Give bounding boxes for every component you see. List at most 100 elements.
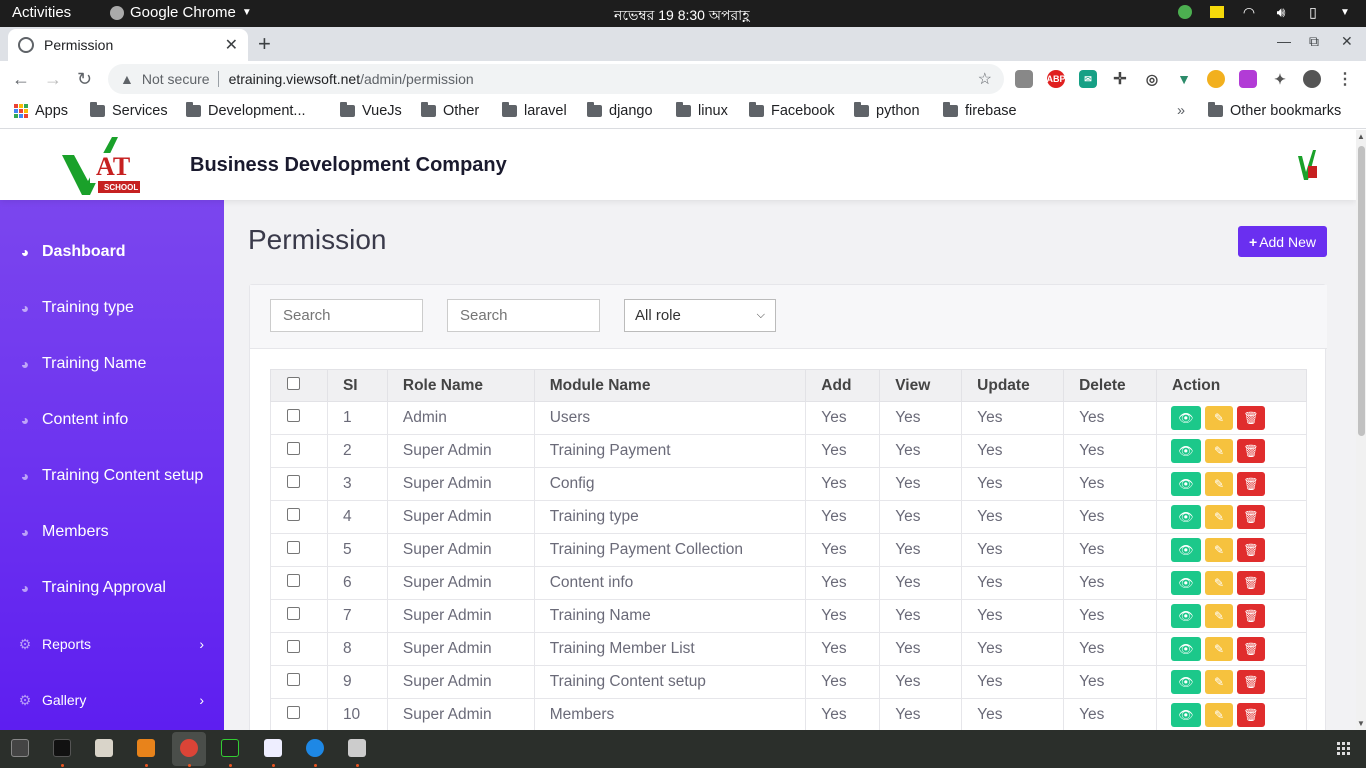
terminal-icon[interactable] [11,739,29,757]
delete-button[interactable]: 🗑︎ [1237,670,1266,694]
delete-button[interactable]: 🗑︎ [1237,703,1266,727]
close-tab-icon[interactable]: ✕ [225,35,238,55]
files-icon[interactable] [95,739,113,757]
bookmark-star-icon[interactable]: ☆ [978,69,992,89]
back-icon[interactable]: ← [12,69,30,90]
bookmark-linux[interactable]: linux [676,102,728,119]
row-checkbox[interactable] [287,475,300,488]
sidebar-item-training-type[interactable]: ◕ Training type [0,288,224,328]
delete-button[interactable]: 🗑︎ [1237,472,1266,496]
edit-button[interactable]: ✎ [1205,637,1234,661]
view-button[interactable]: 👁︎ [1171,505,1202,529]
color-extension-icon[interactable] [1207,70,1225,88]
power-menu-icon[interactable]: ▼ [1336,3,1354,21]
view-button[interactable]: 👁︎ [1171,571,1202,595]
system-tray[interactable]: ◠ 🔊︎ ▯ ▼ [1176,3,1354,21]
edit-button[interactable]: ✎ [1205,406,1234,430]
wifi-icon[interactable]: ◠ [1240,3,1258,21]
extensions-puzzle-icon[interactable]: ✦ [1271,70,1289,88]
chrome-icon[interactable] [180,739,198,757]
edit-button[interactable]: ✎ [1205,604,1234,628]
edit-button[interactable]: ✎ [1205,439,1234,463]
skype-icon[interactable] [306,739,324,757]
view-button[interactable]: 👁︎ [1171,406,1202,430]
user-logo-avatar[interactable] [1298,150,1318,182]
bookmark-firebase[interactable]: firebase [943,102,1017,119]
mail-extension-icon[interactable]: ✉ [1079,70,1097,88]
bookmark-facebook[interactable]: Facebook [749,102,835,119]
minimize-icon[interactable]: — [1277,33,1291,49]
col-header[interactable]: Delete [1063,369,1158,402]
col-header[interactable]: Module Name [533,369,807,402]
text-editor-icon[interactable] [264,739,282,757]
battery-icon[interactable]: ▯ [1304,3,1322,21]
search-input-role[interactable] [270,299,423,332]
delete-button[interactable]: 🗑︎ [1237,571,1266,595]
delete-button[interactable]: 🗑︎ [1237,505,1266,529]
volume-icon[interactable]: 🔊︎ [1272,3,1290,21]
bookmark-django[interactable]: django [587,102,653,119]
restore-icon[interactable]: ⧉ [1309,33,1319,50]
chrome-menu-icon[interactable]: ⋮ [1336,70,1354,88]
sidebar-item-training-content-setup[interactable]: ◕ Training Content setup [0,456,224,496]
delete-button[interactable]: 🗑︎ [1237,439,1266,463]
sidebar-item-training-name[interactable]: ◕ Training Name [0,344,224,384]
sidebar-item-content-info[interactable]: ◕ Content info [0,400,224,440]
view-button[interactable]: 👁︎ [1171,439,1202,463]
delete-button[interactable]: 🗑︎ [1237,538,1266,562]
terminal-alt-icon[interactable] [53,739,71,757]
dev-extension-icon[interactable]: ◎ [1143,70,1161,88]
view-button[interactable]: 👁︎ [1171,538,1202,562]
clock[interactable]: নভেম্বর 19 8:30 অপরাহ্ণ [614,4,750,28]
sidebar-item-reports[interactable]: ⚙ Reports › [0,624,224,664]
address-bar[interactable]: ▲ Not secure etraining.viewsoft.net /adm… [108,64,1004,94]
bookmark-development[interactable]: Development... [186,102,306,119]
profile-avatar[interactable] [1303,70,1321,88]
sidebar-item-training-approval[interactable]: ◕ Training Approval [0,568,224,608]
edit-button[interactable]: ✎ [1205,505,1234,529]
adblock-icon[interactable]: ABP [1047,70,1066,88]
view-button[interactable]: 👁︎ [1171,472,1202,496]
bookmark-vuejs[interactable]: VueJs [340,102,402,119]
delete-button[interactable]: 🗑︎ [1237,604,1266,628]
view-button[interactable]: 👁︎ [1171,703,1202,727]
delete-button[interactable]: 🗑︎ [1237,637,1266,661]
col-header[interactable]: View [879,369,963,402]
app-menu[interactable]: Google Chrome ▼ [110,4,252,21]
show-applications-icon[interactable] [1337,742,1350,755]
warning-icon[interactable]: ▲ [120,71,134,87]
view-button[interactable]: 👁︎ [1171,637,1202,661]
delete-button[interactable]: 🗑︎ [1237,406,1266,430]
row-checkbox[interactable] [287,508,300,521]
bookmark-other[interactable]: Other [421,102,479,119]
edit-button[interactable]: ✎ [1205,670,1234,694]
forward-icon[interactable]: → [44,69,62,90]
sidebar-item-dashboard[interactable]: ◕ Dashboard [0,232,224,272]
new-tab-button[interactable]: + [258,31,271,57]
bookmark-laravel[interactable]: laravel [502,102,567,119]
row-checkbox[interactable] [287,541,300,554]
scroll-up-icon[interactable]: ▲ [1357,132,1365,141]
view-button[interactable]: 👁︎ [1171,604,1202,628]
page-scrollbar[interactable]: ▲ ▼ [1356,130,1366,730]
scroll-down-icon[interactable]: ▼ [1357,719,1365,728]
pen-extension-icon[interactable] [1239,70,1257,88]
select-all-checkbox[interactable] [287,376,300,390]
edit-button[interactable]: ✎ [1205,472,1234,496]
move-extension-icon[interactable]: ✛ [1111,70,1129,88]
bookmark-other-bookmarks[interactable]: Other bookmarks [1208,102,1341,119]
sidebar-item-gallery[interactable]: ⚙ Gallery › [0,680,224,720]
search-input-module[interactable] [447,299,600,332]
col-header[interactable]: SI [326,369,388,402]
edit-button[interactable]: ✎ [1205,703,1234,727]
edit-button[interactable]: ✎ [1205,571,1234,595]
notes-icon[interactable] [1208,3,1226,21]
pycharm-icon[interactable] [221,739,239,757]
bookmark-apps[interactable]: Apps [14,103,68,119]
sidebar-item-members[interactable]: ◕ Members [0,512,224,552]
sublime-text-icon[interactable] [137,739,155,757]
edit-button[interactable]: ✎ [1205,538,1234,562]
screenshot-icon[interactable] [348,739,366,757]
row-checkbox[interactable] [287,673,300,686]
close-window-icon[interactable]: ✕ [1341,33,1353,50]
